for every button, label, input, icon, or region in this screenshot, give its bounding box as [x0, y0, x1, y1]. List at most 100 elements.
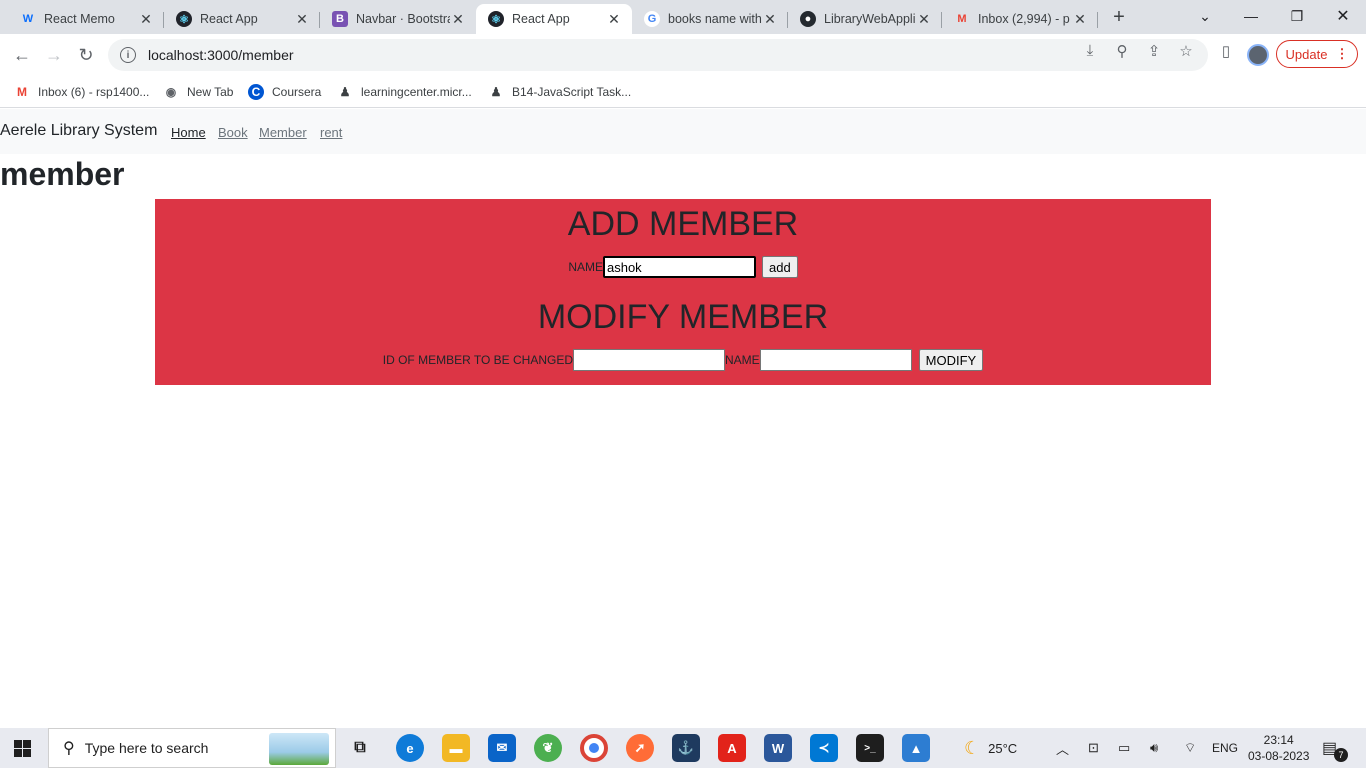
tab-label: React App — [512, 12, 570, 26]
forward-arrow-icon[interactable]: → — [42, 43, 66, 67]
coursera-icon: C — [248, 84, 264, 100]
nav-link-rent[interactable]: rent — [320, 125, 342, 140]
add-button[interactable]: add — [761, 256, 798, 278]
word-icon[interactable]: W — [764, 734, 792, 762]
weather-temp: 25°C — [988, 740, 1018, 756]
more-menu-icon: ⋮ — [1335, 46, 1349, 61]
chrome-icon[interactable] — [580, 734, 608, 762]
tab-label: React Memo — [44, 12, 115, 26]
avatar[interactable] — [1247, 44, 1269, 66]
vscode-icon[interactable]: ≺ — [810, 734, 838, 762]
new-tab-button[interactable]: + — [1108, 6, 1130, 28]
close-icon[interactable]: ✕ — [294, 11, 310, 28]
tab-google-search[interactable]: G books name with ✕ — [632, 4, 788, 34]
search-icon: ⚲ — [63, 740, 75, 757]
navbar-brand[interactable]: Aerele Library System — [0, 122, 157, 140]
side-panel-icon[interactable]: ▯ — [1217, 42, 1235, 60]
bootstrap-icon: B — [332, 11, 348, 27]
add-name-input[interactable] — [602, 256, 756, 278]
add-member-row: NAME add — [155, 256, 1211, 278]
battery-icon[interactable]: ▭ — [1118, 728, 1130, 768]
member-id-label: ID OF MEMBER TO BE CHANGED — [382, 353, 573, 367]
bookmark-star-icon[interactable]: ☆ — [1177, 42, 1195, 60]
update-button[interactable]: Update ⋮ — [1276, 40, 1358, 68]
bookmark-coursera[interactable]: C Coursera — [248, 82, 321, 102]
zoom-icon[interactable]: ⚲ — [1113, 42, 1131, 60]
person-icon: ♟ — [490, 85, 502, 99]
edge-icon[interactable]: e — [396, 734, 424, 762]
address-bar[interactable]: i localhost:3000/member — [108, 39, 1208, 71]
person-icon: ♟ — [339, 85, 351, 99]
browser-toolbar: ← → ↻ i localhost:3000/member ⤓ ⚲ ⇪ ☆ ▯ … — [0, 34, 1366, 76]
taskbar: ⚲ Type here to search ⧉ e ▬ ✉ ❦ ➚ ⚓ A W … — [0, 728, 1366, 768]
windows-start-icon[interactable] — [14, 740, 31, 757]
mysql-workbench-icon[interactable]: ⚓ — [672, 734, 700, 762]
tab-navbar-bootstrap[interactable]: B Navbar · Bootstra ✕ — [320, 4, 476, 34]
minimize-icon[interactable]: — — [1228, 0, 1274, 32]
postman-icon[interactable]: ➚ — [626, 734, 654, 762]
nav-link-home[interactable]: Home — [171, 125, 206, 140]
bookmark-new-tab[interactable]: ◉ New Tab — [163, 82, 234, 102]
install-icon[interactable]: ⤓ — [1081, 42, 1099, 60]
member-id-input[interactable] — [573, 349, 725, 371]
site-info-icon[interactable]: i — [120, 47, 136, 63]
app-navbar: Aerele Library System Home Book Member r… — [0, 109, 1366, 154]
back-arrow-icon[interactable]: ← — [10, 43, 34, 67]
terminal-icon[interactable]: >_ — [856, 734, 884, 762]
page-content: Aerele Library System Home Book Member r… — [0, 109, 1366, 728]
reload-icon[interactable]: ↻ — [74, 43, 98, 67]
wifi-icon[interactable]: ⌔ — [1184, 728, 1196, 768]
modify-name-input[interactable] — [759, 349, 912, 371]
task-view-icon[interactable]: ⧉ — [346, 734, 374, 762]
photos-icon[interactable]: ▲ — [902, 734, 930, 762]
nav-link-member[interactable]: Member — [259, 125, 307, 140]
url-text[interactable]: localhost:3000/member — [148, 47, 294, 63]
tab-label: React App — [200, 12, 258, 26]
close-icon[interactable]: ✕ — [450, 11, 466, 28]
close-icon[interactable]: ✕ — [138, 11, 154, 28]
volume-icon[interactable]: 🔊︎ — [1150, 728, 1158, 768]
spring-tools-icon[interactable]: ❦ — [534, 734, 562, 762]
mail-icon[interactable]: ✉ — [488, 734, 516, 762]
tab-label: Navbar · Bootstra — [356, 12, 450, 26]
share-icon[interactable]: ⇪ — [1145, 42, 1163, 60]
weather-widget[interactable]: ☾ 25°C — [964, 728, 1017, 768]
bookmark-learningcenter[interactable]: ♟ learningcenter.micr... — [337, 82, 472, 102]
tab-github[interactable]: ● LibraryWebApplic ✕ — [788, 4, 942, 34]
tab-react-app-active[interactable]: ⚛ React App ✕ — [476, 4, 632, 34]
google-icon: G — [644, 11, 660, 27]
bookmark-label: New Tab — [187, 85, 234, 99]
tab-react-app[interactable]: ⚛ React App ✕ — [164, 4, 320, 34]
bookmark-b14-javascript[interactable]: ♟ B14-JavaScript Task... — [488, 82, 632, 102]
tab-gmail-inbox[interactable]: M Inbox (2,994) - p ✕ — [942, 4, 1098, 34]
page-title: member — [0, 156, 125, 192]
file-explorer-icon[interactable]: ▬ — [442, 734, 470, 762]
search-highlight-image — [269, 733, 329, 765]
update-label: Update — [1285, 46, 1328, 62]
restore-icon[interactable]: ❐ — [1274, 0, 1320, 32]
tab-react-memo[interactable]: W React Memo ✕ — [8, 4, 164, 34]
name-label: NAME — [568, 260, 603, 274]
bookmark-inbox[interactable]: M Inbox (6) - rsp1400... — [14, 82, 149, 102]
bookmark-label: learningcenter.micr... — [361, 85, 472, 99]
acrobat-icon[interactable]: A — [718, 734, 746, 762]
member-form-panel: ADD MEMBER NAME add MODIFY MEMBER ID OF … — [155, 199, 1211, 385]
notification-center-icon[interactable]: ▤ 7 — [1322, 728, 1348, 768]
modify-button[interactable]: MODIFY — [918, 349, 984, 371]
close-icon[interactable]: ✕ — [916, 11, 932, 28]
close-window-icon[interactable]: ✕ — [1320, 0, 1366, 32]
close-icon[interactable]: ✕ — [1072, 11, 1088, 28]
notification-count-badge: 7 — [1334, 748, 1348, 762]
show-hidden-icons-icon[interactable]: ︿ — [1056, 728, 1069, 768]
close-icon[interactable]: ✕ — [762, 11, 778, 28]
taskbar-search-box[interactable]: ⚲ Type here to search — [48, 728, 336, 768]
clock[interactable]: 23:14 03-08-2023 — [1248, 728, 1309, 768]
tab-label: books name with — [668, 12, 762, 26]
modify-member-title: MODIFY MEMBER — [537, 298, 829, 336]
language-indicator[interactable]: ENG — [1212, 728, 1238, 768]
close-icon[interactable]: ✕ — [606, 11, 622, 28]
meet-now-icon[interactable]: ⊡ — [1088, 728, 1099, 768]
bookmark-label: Inbox (6) - rsp1400... — [38, 85, 150, 99]
nav-link-book[interactable]: Book — [218, 125, 248, 140]
tab-search-chevron-icon[interactable]: ⌄ — [1182, 0, 1228, 32]
